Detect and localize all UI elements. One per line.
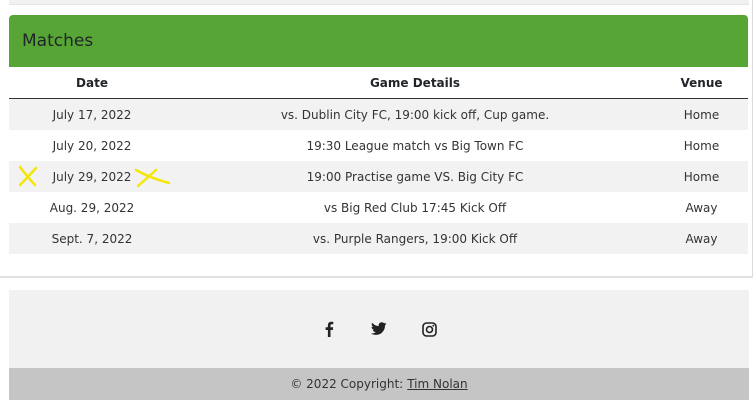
match-venue: Away (685, 231, 718, 246)
match-venue: Home (683, 107, 720, 122)
author-link[interactable]: Tim Nolan (407, 377, 467, 391)
matches-table: Date Game Details Venue July 17, 2022 vs… (9, 67, 748, 254)
copyright-text: © 2022 Copyright: (290, 377, 404, 391)
match-venue: Home (683, 169, 720, 184)
match-venue: Away (685, 200, 718, 215)
table-row: Sept. 7, 2022 vs. Purple Rangers, 19:00 … (9, 223, 748, 254)
table-row: July 29, 2022 19:00 Practise game VS. Bi… (9, 161, 748, 192)
table-row: July 20, 2022 19:30 League match vs Big … (9, 130, 748, 161)
footer-social-bar (9, 290, 749, 368)
column-header-date: Date (9, 67, 175, 99)
table-header-row: Date Game Details Venue (9, 67, 748, 99)
match-date: July 20, 2022 (52, 138, 132, 153)
twitter-icon[interactable] (369, 319, 389, 339)
matches-title: Matches (22, 31, 94, 51)
matches-card: Matches Date Game Details Venue July 17,… (9, 15, 748, 254)
section-divider (0, 276, 753, 278)
previous-section-edge (9, 0, 749, 5)
column-header-venue: Venue (655, 67, 748, 99)
matches-header: Matches (9, 15, 748, 67)
match-details: vs. Dublin City FC, 19:00 kick off, Cup … (280, 107, 550, 122)
match-date: July 17, 2022 (52, 107, 132, 122)
facebook-icon[interactable] (319, 319, 339, 339)
annotation-cross-mark (18, 165, 38, 187)
match-details: 19:00 Practise game VS. Big City FC (306, 169, 524, 184)
match-date: Sept. 7, 2022 (51, 231, 133, 246)
match-details: 19:30 League match vs Big Town FC (306, 138, 524, 153)
table-row: Aug. 29, 2022 vs Big Red Club 17:45 Kick… (9, 192, 748, 223)
column-header-game-details: Game Details (175, 67, 655, 99)
match-date: Aug. 29, 2022 (49, 200, 135, 215)
match-details: vs Big Red Club 17:45 Kick Off (323, 200, 507, 215)
footer-copyright: © 2022 Copyright: Tim Nolan (9, 368, 749, 400)
annotation-cross-mark (134, 168, 171, 188)
instagram-icon[interactable] (419, 319, 439, 339)
match-details: vs. Purple Rangers, 19:00 Kick Off (312, 231, 518, 246)
match-venue: Home (683, 138, 720, 153)
table-row: July 17, 2022 vs. Dublin City FC, 19:00 … (9, 98, 748, 130)
